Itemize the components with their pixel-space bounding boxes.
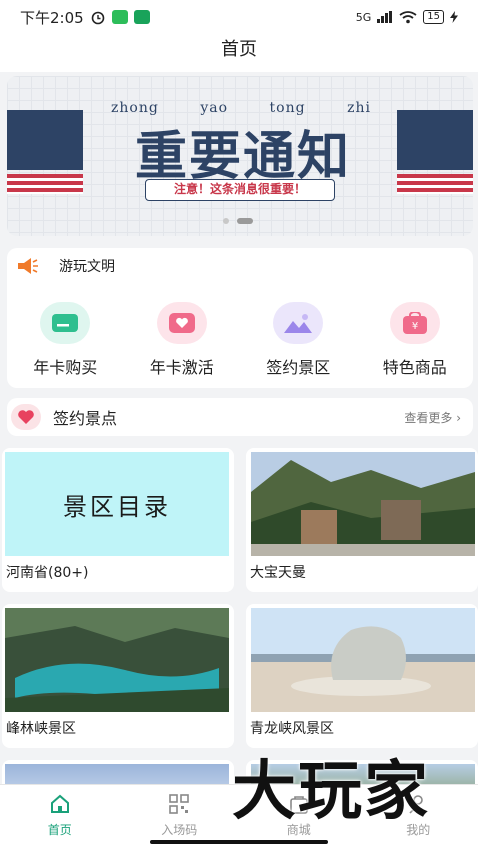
scenic-card[interactable]: 青龙峡风景区 — [246, 604, 478, 748]
status-time: 下午2:05 — [20, 8, 84, 27]
watermark-logo: 大玩家 — [232, 755, 430, 829]
status-bar: 下午2:05 5G 15 — [0, 0, 478, 34]
wechat-icon — [111, 10, 128, 24]
banner-stripes-left — [7, 174, 83, 194]
carousel-dot-active[interactable] — [237, 218, 253, 224]
menu-label: 年卡激活 — [149, 358, 214, 377]
quick-menu-card: 游玩文明 年卡购买 年卡激活 签约景区 ¥ 特色商品 — [7, 248, 473, 388]
scenic-name: 青龙峡风景区 — [250, 721, 334, 737]
landscape-icon — [273, 302, 324, 344]
alarm-icon — [91, 11, 104, 25]
scenic-name: 河南省(80+) — [6, 565, 89, 581]
network-label: 5G — [355, 10, 372, 24]
page-title: 首页 — [221, 39, 257, 60]
section-header: 签约景点 查看更多 › — [7, 398, 473, 436]
shopping-bag-icon: ¥ — [389, 302, 440, 344]
announcement-text: 游玩文明 — [59, 259, 115, 275]
banner-title: 重要通知 — [134, 126, 351, 187]
menu-specialty-goods[interactable]: ¥ 特色商品 — [357, 302, 474, 378]
scenic-card[interactable]: 峰林峡景区 — [2, 604, 234, 748]
qr-code-icon — [169, 794, 190, 814]
tab-home[interactable]: 首页 — [0, 785, 120, 850]
menu-label: 特色商品 — [382, 358, 447, 377]
wifi-icon — [399, 10, 417, 23]
banner-stripes-right — [397, 174, 473, 194]
home-icon — [50, 794, 69, 813]
scenic-card[interactable]: 景区目录 河南省(80+) — [2, 448, 234, 592]
card-icon — [40, 302, 91, 344]
menu-label: 年卡购买 — [33, 358, 98, 377]
nav-bar: 首页 — [0, 34, 478, 72]
scenic-card[interactable]: 大宝天曼 — [246, 448, 478, 592]
carousel-indicator — [223, 218, 253, 224]
menu-contracted-scenic[interactable]: 签约景区 — [240, 302, 357, 378]
view-more-link[interactable]: 查看更多 › — [404, 409, 461, 426]
charging-icon — [450, 11, 458, 23]
scenic-thumbnail: 景区目录 — [5, 452, 229, 556]
scenic-thumbnail — [5, 608, 229, 712]
battery-indicator: 15 — [423, 10, 444, 24]
svg-text:¥: ¥ — [412, 321, 418, 332]
quick-menu: 年卡购买 年卡激活 签约景区 ¥ 特色商品 — [7, 302, 473, 378]
tab-label: 入场码 — [161, 823, 198, 837]
banner-carousel[interactable]: zhong yao tong zhi 重要通知 注意！这条消息很重要！ — [7, 76, 473, 236]
megaphone-icon — [18, 258, 38, 274]
app-notification-icon — [133, 10, 150, 24]
scenic-name: 峰林峡景区 — [6, 721, 76, 737]
thumbnail-text: 景区目录 — [63, 492, 171, 521]
menu-annual-card-purchase[interactable]: 年卡购买 — [7, 302, 124, 378]
announcement-bar[interactable]: 游玩文明 — [17, 256, 115, 276]
menu-label: 签约景区 — [266, 358, 331, 377]
heart-icon — [11, 404, 41, 430]
banner-decor-block-right — [397, 110, 473, 170]
scenic-thumbnail — [251, 452, 475, 556]
menu-annual-card-activate[interactable]: 年卡激活 — [124, 302, 241, 378]
section-title: 签约景点 — [53, 409, 118, 428]
banner-decor-block-left — [7, 110, 83, 170]
tab-label: 首页 — [47, 823, 72, 837]
carousel-dot[interactable] — [223, 218, 229, 224]
scenic-thumbnail — [251, 608, 475, 712]
signal-icon — [377, 11, 393, 23]
scenic-name: 大宝天曼 — [250, 565, 306, 581]
home-indicator[interactable] — [150, 840, 328, 844]
chevron-right-icon: › — [456, 410, 461, 425]
banner-notice: 注意！这条消息很重要！ — [145, 179, 335, 201]
view-more-label: 查看更多 — [404, 410, 453, 425]
heart-card-icon — [156, 302, 207, 344]
